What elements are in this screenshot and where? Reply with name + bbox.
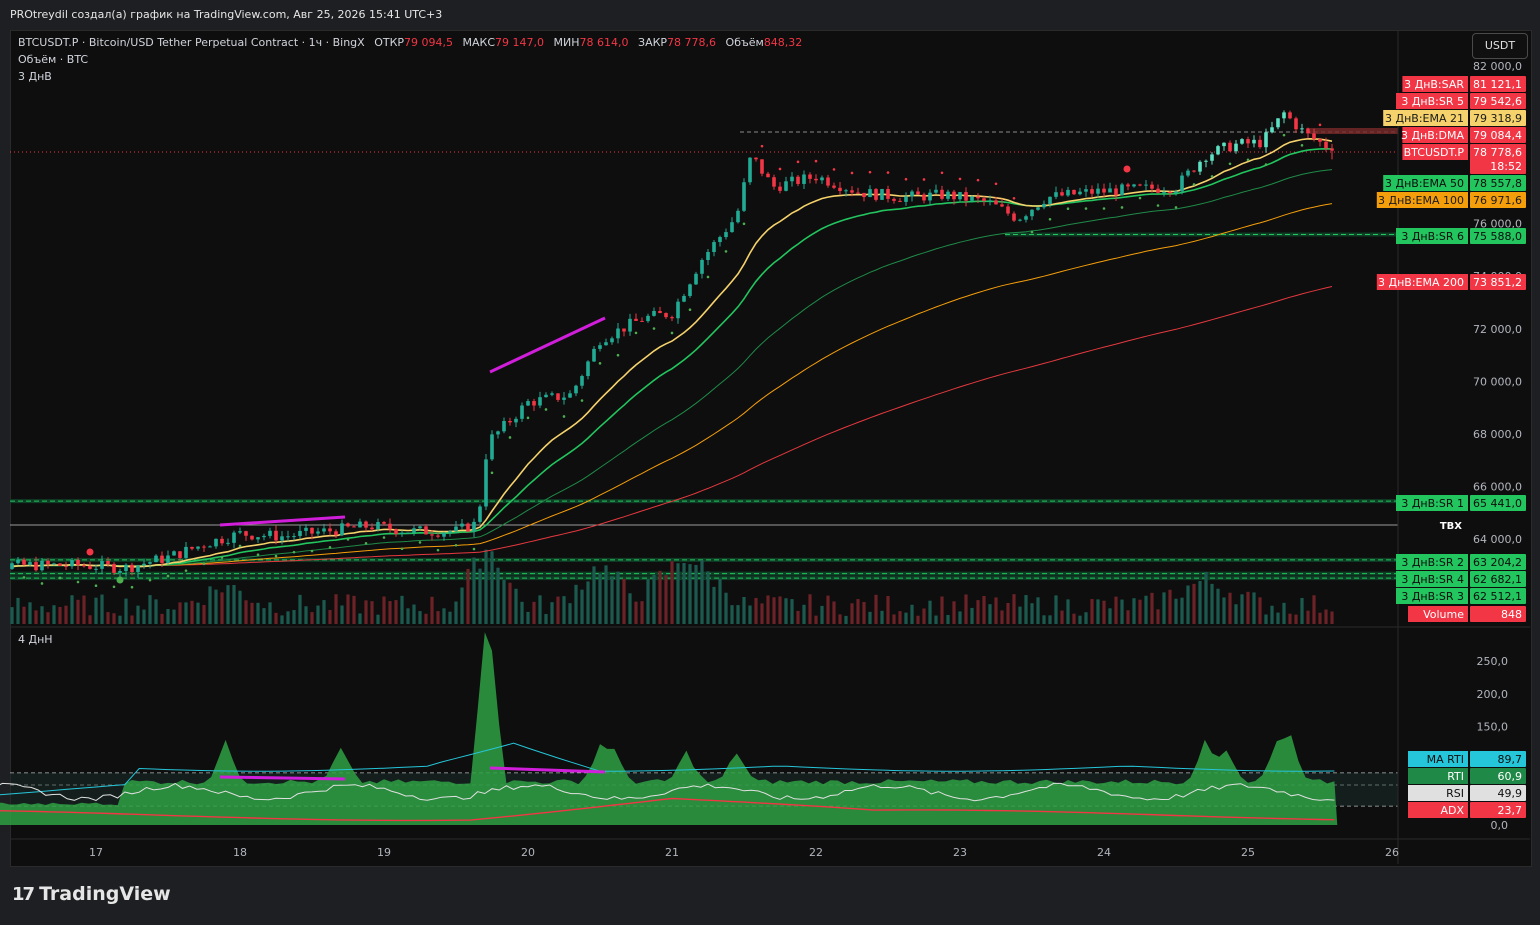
- volume-label: Объём: [725, 36, 764, 49]
- chart-frame: [10, 30, 1532, 867]
- volume-value: 848,32: [763, 36, 803, 49]
- high-label: МАКС: [462, 36, 496, 49]
- tradingview-logo: 𝟭𝟳 TradingView: [12, 883, 171, 905]
- symbol-name: BTCUSDT.P · Bitcoin/USD Tether Perpetual…: [18, 36, 365, 49]
- high-value: 79 147,0: [495, 36, 545, 49]
- symbol-legend: BTCUSDT.P · Bitcoin/USD Tether Perpetual…: [18, 36, 802, 49]
- indicator-main-legend[interactable]: 3 ДнВ: [18, 70, 52, 83]
- indicator-sub-legend[interactable]: 4 ДнН: [18, 633, 53, 646]
- volume-legend: Объём · BTC: [18, 53, 89, 66]
- close-value: 78 778,6: [667, 36, 717, 49]
- close-label: ЗАКР: [638, 36, 668, 49]
- tradingview-wordmark: TradingView: [39, 883, 171, 905]
- open-label: ОТКР: [374, 36, 405, 49]
- open-value: 79 094,5: [404, 36, 454, 49]
- currency-button[interactable]: USDT: [1472, 33, 1528, 59]
- chart-header: PROtreydil создал(а) график на TradingVi…: [0, 0, 1540, 30]
- low-label: МИН: [553, 36, 580, 49]
- low-value: 78 614,0: [579, 36, 629, 49]
- chart-title: PROtreydil создал(а) график на TradingVi…: [10, 8, 443, 21]
- tradingview-logo-icon: 𝟭𝟳: [12, 883, 35, 905]
